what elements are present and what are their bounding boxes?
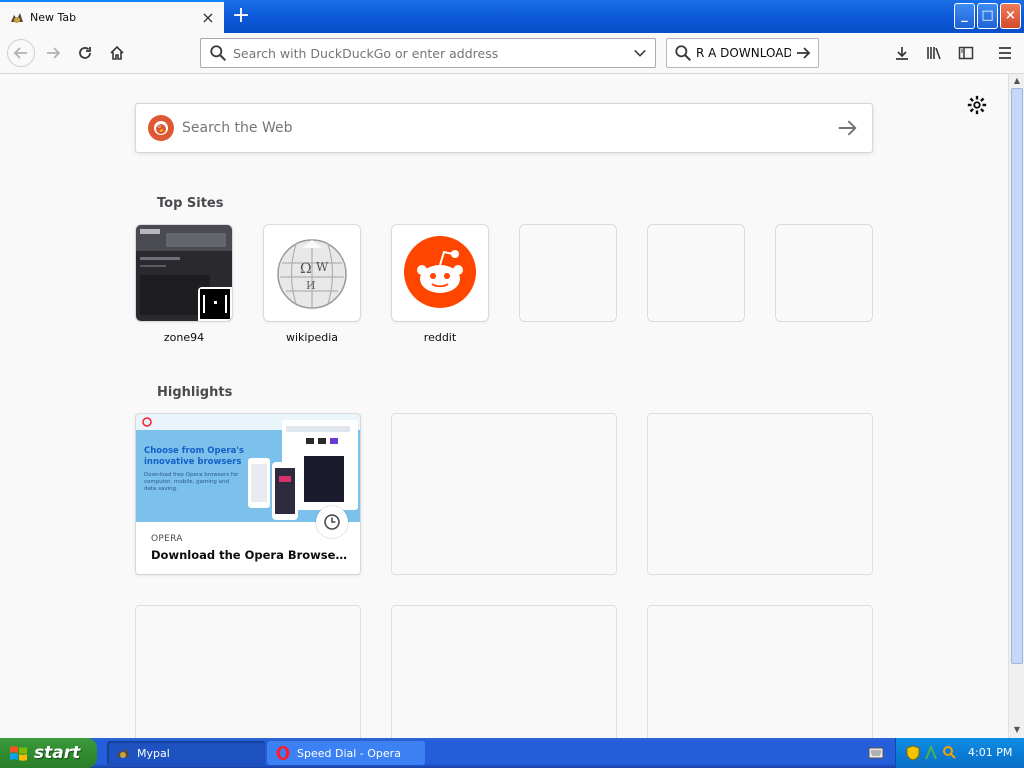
download-icon: [896, 47, 908, 60]
search-icon: [210, 45, 227, 62]
highlight-source: OPERA: [151, 534, 183, 544]
mypal-favicon-icon: [11, 12, 23, 23]
search-bar-value[interactable]: R A DOWNLOAD: [696, 46, 791, 60]
menu-button[interactable]: [993, 41, 1017, 65]
search-bar[interactable]: R A DOWNLOAD: [666, 38, 819, 68]
top-site-empty[interactable]: [776, 225, 872, 321]
tab-close-icon[interactable]: ×: [198, 8, 218, 28]
home-button[interactable]: [105, 41, 129, 65]
svg-text:Ω: Ω: [300, 261, 312, 277]
search-submit-arrow-icon[interactable]: [836, 117, 858, 139]
highlight-card-empty: [648, 606, 872, 738]
library-icon: [927, 47, 941, 60]
sidebar-icon: [958, 46, 974, 60]
highlight-card-empty: [648, 414, 872, 574]
start-button[interactable]: start: [0, 738, 97, 768]
top-site-empty[interactable]: [520, 225, 616, 321]
mypal-icon: [117, 748, 129, 758]
tab-strip: New Tab × + _ □ ×: [0, 0, 1024, 33]
minimize-icon: _: [961, 8, 968, 23]
highlight-title[interactable]: Download the Opera Browser fo...: [151, 548, 351, 562]
highlight-card-empty: [136, 606, 360, 738]
hamburger-menu-icon: [999, 47, 1011, 59]
go-arrow-icon[interactable]: [795, 45, 811, 61]
taskbar-item-mypal[interactable]: Mypal: [107, 741, 265, 765]
navigation-toolbar: R A DOWNLOAD: [0, 33, 1024, 74]
thumbnail-heading: Choose from Opera's innovative browsers: [144, 446, 244, 467]
maximize-button[interactable]: □: [977, 3, 998, 29]
address-input[interactable]: [233, 45, 623, 61]
top-sites-heading: Top Sites: [157, 196, 224, 211]
gear-icon[interactable]: [966, 94, 988, 116]
forward-arrow-icon: [47, 47, 61, 59]
network-icon[interactable]: [924, 745, 938, 761]
clock-icon: [324, 514, 340, 530]
search-icon: [675, 45, 692, 62]
highlight-card-opera[interactable]: Choose from Opera's innovative browsers …: [136, 414, 360, 574]
tab-title: New Tab: [30, 11, 77, 24]
opera-icon: [276, 746, 290, 760]
reload-icon: [79, 47, 91, 59]
history-clock-badge: [316, 506, 348, 538]
top-site-zone94[interactable]: [136, 225, 232, 321]
start-label: start: [34, 743, 81, 763]
reload-button[interactable]: [73, 41, 97, 65]
highlights-heading: Highlights: [157, 385, 233, 400]
new-tab-page: Top Sites zone94 Ω W: [0, 74, 1008, 738]
address-bar[interactable]: [200, 38, 656, 68]
downloads-button[interactable]: [890, 41, 914, 65]
tab-new-tab[interactable]: New Tab ×: [0, 0, 224, 33]
wikipedia-globe-icon: Ω W И: [277, 239, 347, 309]
top-site-wikipedia[interactable]: Ω W И: [264, 225, 360, 321]
zone94-badge: [198, 287, 232, 321]
web-search-input[interactable]: [182, 120, 836, 136]
scroll-down-arrow-icon[interactable]: ▼: [1011, 724, 1023, 736]
highlight-card-empty: [392, 414, 616, 574]
web-search-box[interactable]: [135, 103, 873, 153]
vertical-scrollbar[interactable]: ▲ ▼: [1008, 74, 1024, 738]
top-site-empty[interactable]: [648, 225, 744, 321]
top-site-reddit[interactable]: [392, 225, 488, 321]
search-tray-icon[interactable]: [942, 745, 956, 761]
back-button[interactable]: [7, 39, 35, 67]
sidebar-button[interactable]: [954, 41, 978, 65]
close-window-button[interactable]: ×: [1000, 3, 1021, 29]
zone94-logo-icon: [200, 289, 230, 319]
security-shield-icon[interactable]: [906, 745, 920, 761]
taskbar-item-opera[interactable]: Speed Dial - Opera: [267, 741, 425, 765]
maximize-icon: □: [981, 8, 994, 23]
reddit-logo-icon: [404, 236, 476, 308]
windows-flag-icon: [10, 746, 27, 761]
taskbar-item-label: Mypal: [137, 746, 170, 760]
svg-text:И: И: [306, 279, 316, 292]
browser-window: New Tab × + _ □ × R A DOWNLOAD: [0, 0, 1024, 768]
top-site-label-wikipedia: wikipedia: [285, 331, 338, 344]
minimize-button[interactable]: _: [954, 3, 975, 29]
taskbar-item-label: Speed Dial - Opera: [297, 746, 401, 760]
library-button[interactable]: [922, 41, 946, 65]
thumbnail-subtext: Download free Opera browsers for compute…: [144, 472, 239, 492]
highlight-card-empty: [392, 606, 616, 738]
duckduckgo-logo-icon: [148, 115, 174, 141]
back-arrow-icon: [13, 47, 27, 59]
chevron-down-icon[interactable]: [633, 46, 647, 60]
home-icon: [110, 45, 124, 60]
close-icon: ×: [1005, 8, 1016, 23]
top-site-label-reddit: reddit: [423, 331, 457, 344]
taskbar-clock: 4:01 PM: [968, 746, 1013, 759]
forward-button[interactable]: [41, 41, 65, 65]
new-tab-button[interactable]: +: [228, 4, 254, 30]
scrollbar-thumb[interactable]: [1011, 88, 1023, 664]
keyboard-icon[interactable]: [868, 746, 884, 760]
scroll-up-arrow-icon[interactable]: ▲: [1011, 75, 1023, 87]
taskbar: start Mypal Speed Dial - Opera 4:01 PM: [0, 738, 1024, 768]
top-site-label-zone94: zone94: [163, 331, 205, 344]
svg-text:W: W: [316, 260, 329, 274]
